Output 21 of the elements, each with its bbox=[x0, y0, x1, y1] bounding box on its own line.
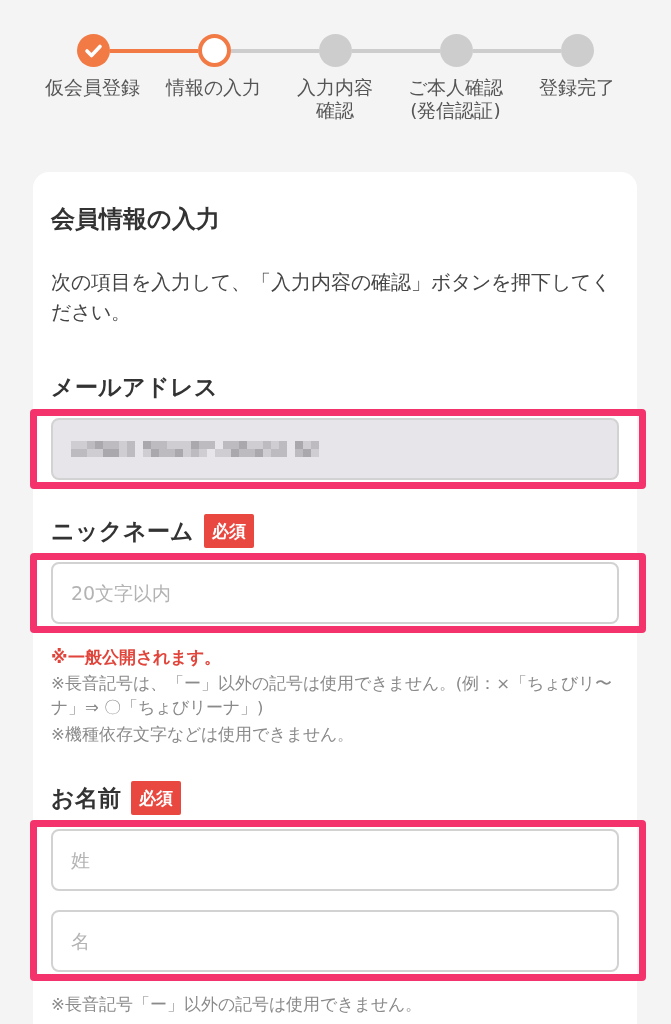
field-label: お名前 bbox=[51, 784, 121, 813]
step-label: 情報の入力 bbox=[166, 76, 261, 99]
intro-text: 次の項目を入力して、「入力内容の確認」ボタンを押下してください。 bbox=[51, 269, 612, 326]
input-field[interactable]: 姓 bbox=[51, 829, 619, 891]
step-label: 登録完了 bbox=[538, 76, 615, 99]
input-field[interactable]: 名 bbox=[51, 910, 619, 972]
step-label: 確認 bbox=[315, 99, 354, 122]
step-label: ご本人確認 bbox=[408, 76, 503, 99]
step-label: 仮会員登録 bbox=[45, 76, 140, 99]
hint-note: ※長音記号は、「ー」以外の記号は使用できません。(例：×「ちょびリ〜ナ」⇒ 〇「ちょびリーナ」) bbox=[51, 673, 614, 719]
field-label: メールアドレス bbox=[51, 373, 218, 402]
hint-note: ※機種依存文字などは使用できません。 bbox=[51, 724, 355, 746]
input-field[interactable]: 20文字以内 bbox=[51, 562, 619, 624]
form-title: 会員情報の入力 bbox=[51, 204, 221, 235]
field-label: ニックネーム bbox=[51, 517, 194, 546]
hint-note: ※長音記号「ー」以外の記号は使用できません。 bbox=[51, 994, 423, 1016]
warning-note: ※一般公開されます。 bbox=[51, 646, 222, 669]
step-label: (発信認証) bbox=[410, 99, 501, 122]
required-badge: 必須 bbox=[131, 781, 181, 815]
required-badge: 必須 bbox=[204, 514, 254, 548]
step-label: 入力内容 bbox=[296, 76, 373, 99]
